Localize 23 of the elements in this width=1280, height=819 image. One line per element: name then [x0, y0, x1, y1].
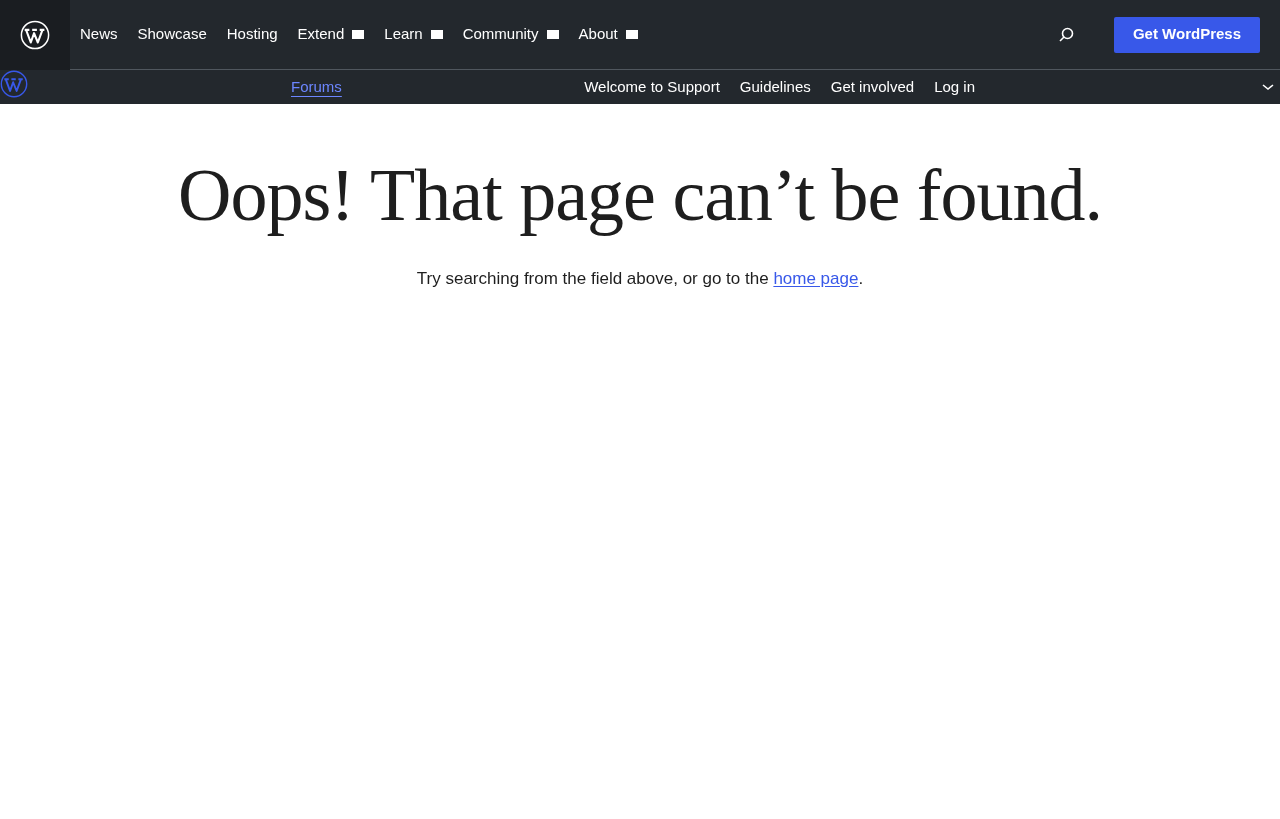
nav-link[interactable]: Extend [297, 23, 365, 46]
nav-link[interactable]: News [80, 23, 118, 46]
dropdown-icon [352, 30, 365, 39]
subnav-link[interactable]: Welcome to Support [584, 75, 720, 99]
nav-link[interactable]: Community [462, 23, 559, 46]
forums-link[interactable]: Forums [291, 75, 342, 99]
subnav-link[interactable]: Log in [934, 75, 975, 99]
logo-tile[interactable] [0, 0, 70, 70]
page-title: Oops! That page can’t be found. [178, 153, 1102, 238]
dropdown-icon [625, 30, 638, 39]
nav-link[interactable]: Learn [384, 23, 443, 46]
chevron-down-icon[interactable] [1262, 83, 1274, 91]
subnav-link[interactable]: Get involved [830, 75, 915, 99]
dropdown-icon [430, 30, 443, 39]
get-wordpress-button[interactable]: Get WordPress [1113, 16, 1260, 53]
nav-link[interactable]: Showcase [137, 23, 207, 46]
dropdown-icon [546, 30, 559, 39]
help-text: Try searching from the field above, or go to the home page. [416, 268, 864, 290]
home-page-link[interactable]: home page [773, 269, 859, 288]
search-icon[interactable] [1057, 26, 1074, 43]
nav-link[interactable]: Hosting [226, 23, 278, 46]
nav-link[interactable]: About [578, 23, 638, 46]
subnav-link[interactable]: Guidelines [739, 75, 811, 99]
